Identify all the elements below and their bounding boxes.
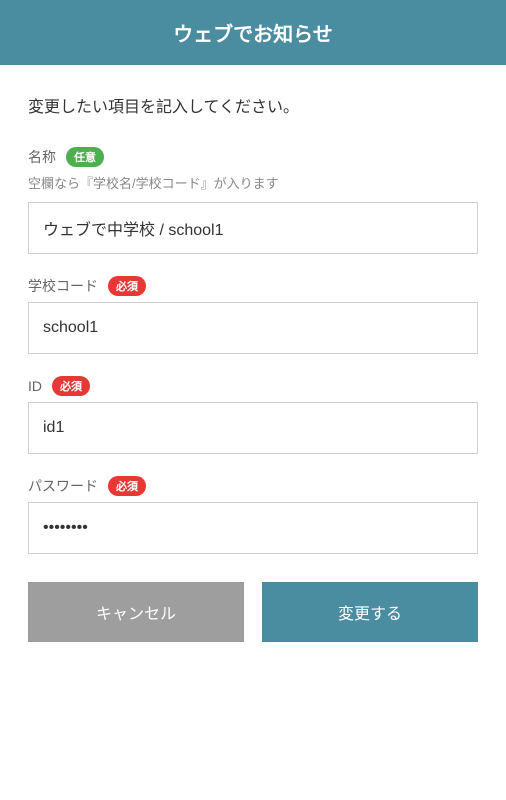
label-school-code: 学校コード	[28, 276, 98, 296]
field-password: パスワード 必須	[28, 476, 478, 554]
cancel-button[interactable]: キャンセル	[28, 582, 244, 642]
name-input[interactable]	[28, 202, 478, 254]
field-school-code: 学校コード 必須	[28, 276, 478, 354]
label-row-id: ID 必須	[28, 376, 478, 396]
label-password: パスワード	[28, 476, 98, 496]
field-name: 名称 任意 空欄なら『学校名/学校コード』が入ります	[28, 147, 478, 254]
label-row-name: 名称 任意	[28, 147, 478, 167]
school-code-input[interactable]	[28, 302, 478, 354]
badge-required: 必須	[108, 476, 146, 496]
label-row-school-code: 学校コード 必須	[28, 276, 478, 296]
page-title: ウェブでお知らせ	[173, 24, 333, 46]
badge-optional: 任意	[66, 147, 104, 167]
password-input[interactable]	[28, 502, 478, 554]
hint-name: 空欄なら『学校名/学校コード』が入ります	[28, 173, 478, 192]
label-id: ID	[28, 378, 42, 394]
label-name: 名称	[28, 147, 56, 167]
button-row: キャンセル 変更する	[28, 582, 478, 642]
instruction-text: 変更したい項目を記入してください。	[28, 93, 478, 117]
field-id: ID 必須	[28, 376, 478, 454]
app-header: ウェブでお知らせ	[0, 0, 506, 65]
badge-required: 必須	[52, 376, 90, 396]
form-content: 変更したい項目を記入してください。 名称 任意 空欄なら『学校名/学校コード』が…	[0, 65, 506, 642]
badge-required: 必須	[108, 276, 146, 296]
submit-button[interactable]: 変更する	[262, 582, 478, 642]
id-input[interactable]	[28, 402, 478, 454]
label-row-password: パスワード 必須	[28, 476, 478, 496]
